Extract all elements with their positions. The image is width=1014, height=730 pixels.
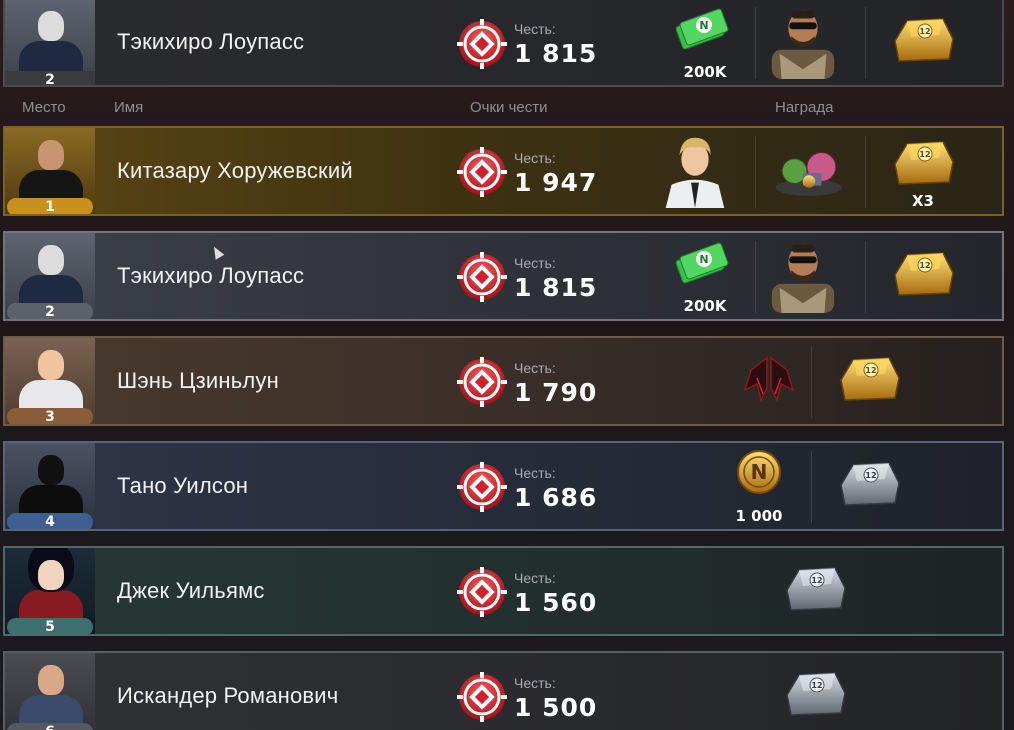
divider <box>755 241 756 313</box>
honor-label: Честь: <box>514 150 556 166</box>
honor-value: 1 500 <box>514 693 598 722</box>
honor-value: 1 815 <box>514 39 598 68</box>
player-name: Тэкихиро Лоупасс <box>117 29 305 54</box>
cash-bundle-icon <box>674 7 730 51</box>
honor-icon <box>457 462 507 512</box>
reward-cash: 200K <box>665 237 745 317</box>
reward-wings <box>729 348 809 424</box>
reward-crate <box>775 558 855 634</box>
rank-badge: 1 <box>7 198 93 214</box>
item-pile-icon <box>775 152 843 197</box>
reward-caption: 200K <box>683 297 727 315</box>
player-name: Китазару Хоружевский <box>117 158 353 183</box>
reward-crate <box>829 348 909 424</box>
divider <box>865 136 866 208</box>
gold-crate-icon <box>894 252 954 296</box>
rank-badge: 2 <box>7 303 93 319</box>
leaderboard-row[interactable]: 3 Шэнь Цзиньлун Честь: 1 790 <box>3 336 1004 426</box>
soldier-character-icon <box>771 244 835 313</box>
honor-value: 1 790 <box>514 378 598 407</box>
honor-label: Честь: <box>514 255 556 271</box>
player-name: Шэнь Цзиньлун <box>117 368 279 393</box>
honor-value: 1 815 <box>514 273 598 302</box>
reward-crate <box>883 9 963 85</box>
header-place: Место <box>22 99 66 116</box>
reward-caption: X3 <box>911 192 934 210</box>
player-avatar: 3 <box>5 338 95 424</box>
reward-crate <box>883 243 963 319</box>
reward-crate <box>829 453 909 529</box>
soldier-character-icon <box>771 10 835 79</box>
cash-bundle-icon <box>674 241 730 285</box>
dark-wings-icon <box>744 357 794 401</box>
blond-character-icon <box>665 137 725 208</box>
divider <box>865 241 866 313</box>
gold-crate-icon <box>840 357 900 401</box>
honor-label: Честь: <box>514 675 556 691</box>
player-name: Джек Уильямс <box>117 578 265 603</box>
reward-crate <box>775 663 855 730</box>
honor-label: Честь: <box>514 360 556 376</box>
honor-icon <box>457 147 507 197</box>
leaderboard-row[interactable]: 2 Тэкихиро Лоупасс Честь: 1 815 200K <box>3 231 1004 321</box>
rank-badge: 5 <box>7 618 93 634</box>
honor-icon <box>457 252 507 302</box>
gold-crate-icon <box>894 18 954 62</box>
player-avatar: 2 <box>5 0 95 85</box>
player-avatar: 1 <box>5 128 95 214</box>
honor-label: Честь: <box>514 465 556 481</box>
reward-items <box>769 136 849 214</box>
reward-cash: 200K <box>665 3 745 83</box>
honor-icon <box>457 357 507 407</box>
honor-value: 1 947 <box>514 168 598 197</box>
reward-caption: 200K <box>683 63 727 81</box>
player-name: Тано Уилсон <box>117 473 249 498</box>
leaderboard-row[interactable]: 4 Тано Уилсон Честь: 1 686 1 000 <box>3 441 1004 531</box>
player-avatar: 4 <box>5 443 95 529</box>
rank-badge: 6 <box>7 723 93 730</box>
reward-character <box>763 0 843 79</box>
leaderboard-row[interactable]: 1 Китазару Хоружевский Честь: 1 947 X3 <box>3 126 1004 216</box>
header-name: Имя <box>114 99 144 116</box>
divider <box>865 7 866 79</box>
honor-icon <box>457 19 507 69</box>
rank-badge: 3 <box>7 408 93 424</box>
reward-coins: 1 000 <box>719 447 799 527</box>
reward-crate: X3 <box>883 132 963 212</box>
reward-caption: 1 000 <box>735 507 783 525</box>
player-name: Искандер Романович <box>117 683 339 708</box>
silver-crate-icon <box>786 567 846 611</box>
leaderboard-row[interactable]: 5 Джек Уильямс Честь: 1 560 <box>3 546 1004 636</box>
honor-icon <box>457 672 507 722</box>
honor-value: 1 560 <box>514 588 598 617</box>
leaderboard-header: Место Имя Очки чести Награда <box>0 96 1014 120</box>
reward-character <box>655 128 735 208</box>
player-name: Тэкихиро Лоупасс <box>117 263 305 288</box>
reward-character <box>763 233 843 313</box>
divider <box>811 451 812 523</box>
header-honor-points: Очки чести <box>470 99 548 116</box>
gold-coin-icon <box>737 450 781 494</box>
honor-label: Честь: <box>514 21 556 37</box>
silver-crate-icon <box>786 672 846 716</box>
header-reward: Награда <box>775 99 834 116</box>
silver-crate-icon <box>840 462 900 506</box>
player-avatar: 5 <box>5 548 95 634</box>
honor-icon <box>457 567 507 617</box>
divider <box>811 346 812 418</box>
player-avatar: 2 <box>5 233 95 319</box>
own-rank-row[interactable]: 2 Тэкихиро Лоупасс Честь: 1 815 200K <box>3 0 1004 87</box>
honor-label: Честь: <box>514 570 556 586</box>
rank-badge: 4 <box>7 513 93 529</box>
leaderboard-row[interactable]: 6 Искандер Романович Честь: 1 500 <box>3 651 1004 730</box>
honor-value: 1 686 <box>514 483 598 512</box>
rank-number: 2 <box>5 71 95 85</box>
divider <box>755 7 756 79</box>
divider <box>755 136 756 208</box>
gold-crate-icon <box>894 141 954 185</box>
player-avatar: 6 <box>5 653 95 730</box>
